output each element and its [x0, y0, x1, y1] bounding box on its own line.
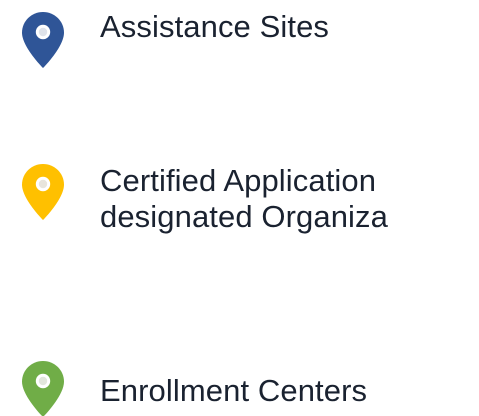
legend-label: Enrollment Centers	[100, 373, 368, 408]
legend-label-line-1: Certified Application	[100, 163, 377, 198]
legend-item-assistance-sites: Assistance Sites	[0, 0, 479, 80]
yellow-map-pin-icon	[20, 162, 66, 222]
legend-label-line-2: designated Organiza	[100, 199, 388, 234]
legend-item-certified-application: Certified Application designated Organiz…	[0, 150, 479, 260]
blue-map-pin-icon	[20, 10, 66, 70]
green-map-pin-icon	[20, 359, 66, 416]
map-legend: Assistance Sites Certified Application d…	[0, 0, 479, 416]
legend-item-enrollment-centers: Enrollment Centers	[0, 330, 479, 416]
legend-label: Certified Application designated Organiz…	[100, 163, 388, 235]
legend-label: Assistance Sites	[100, 9, 330, 44]
